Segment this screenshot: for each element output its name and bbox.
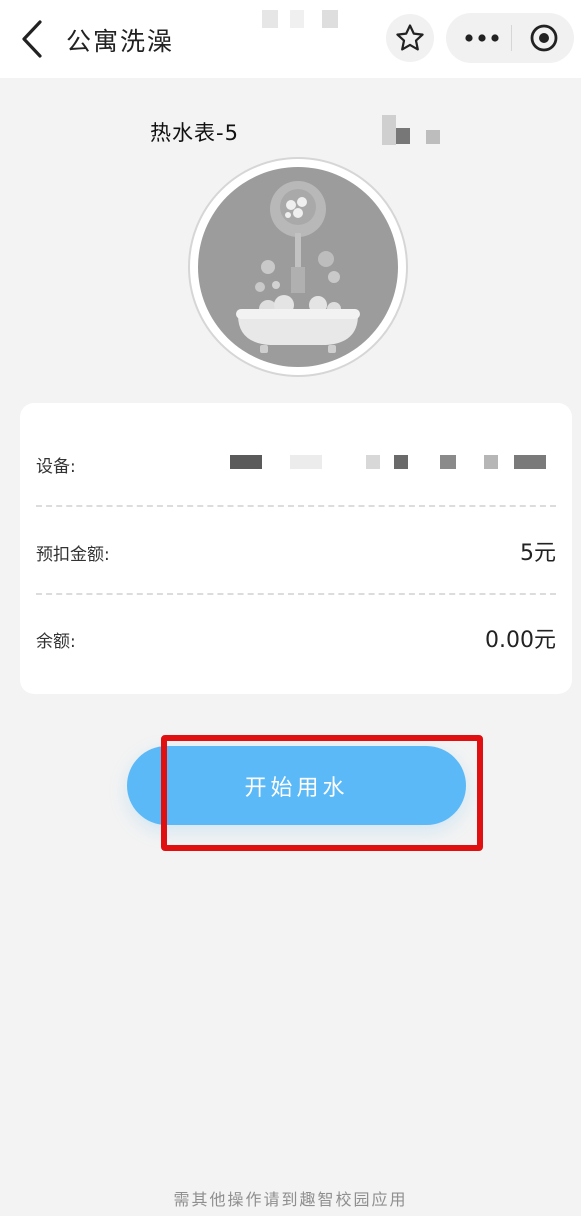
balance-row: 余额: 0.00元 — [36, 594, 556, 680]
illustration-background — [198, 167, 398, 367]
capsule-divider — [511, 25, 512, 51]
prepay-label: 预扣金额: — [36, 545, 110, 565]
redacted-text — [382, 115, 396, 145]
favorite-button[interactable] — [386, 14, 434, 62]
page-title: 公寓洗澡 — [66, 27, 175, 56]
shower-illustration — [188, 157, 408, 377]
device-label: 设备: — [36, 457, 76, 477]
chevron-left-icon — [22, 20, 42, 58]
redacted-text — [396, 128, 410, 144]
redacted-text — [290, 10, 304, 28]
meter-name: 热水表-5 — [150, 121, 239, 145]
star-icon — [396, 24, 424, 51]
footer-hint: 需其他操作请到趣智校园应用 — [173, 1190, 408, 1209]
more-dots-icon — [465, 34, 499, 42]
redacted-text — [322, 10, 338, 28]
target-icon — [530, 24, 558, 52]
menu-capsule — [446, 13, 574, 63]
redacted-text — [426, 130, 440, 144]
device-row: 设备: — [36, 419, 556, 505]
more-button[interactable] — [464, 30, 500, 46]
redacted-text — [262, 10, 278, 28]
balance-label: 余额: — [36, 632, 76, 652]
close-miniprogram-button[interactable] — [529, 23, 559, 53]
shower-bathtub-icon — [236, 181, 360, 353]
info-card: 设备: 预扣金额: 5元 余额: 0.00元 — [20, 403, 572, 694]
prepay-value: 5元 — [520, 541, 556, 566]
prepay-row: 预扣金额: 5元 — [36, 507, 556, 593]
back-button[interactable] — [16, 18, 50, 60]
start-water-button[interactable]: 开始用水 — [127, 746, 466, 825]
meter-title-row: 热水表-5 — [150, 116, 239, 148]
balance-value: 0.00元 — [485, 628, 556, 653]
